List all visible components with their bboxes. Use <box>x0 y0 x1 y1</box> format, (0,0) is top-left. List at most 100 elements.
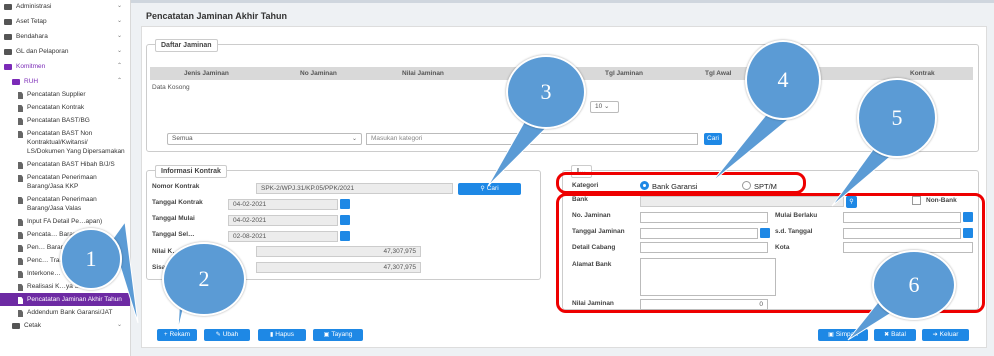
sidebar-item-label: Pencatatan Penerimaan Barang/Jasa KKP <box>27 174 97 190</box>
document-icon <box>18 271 23 278</box>
daftar-jaminan-legend: Daftar Jaminan <box>155 39 218 52</box>
document-icon <box>18 131 23 138</box>
folder-icon <box>12 323 20 329</box>
document-icon <box>18 245 23 252</box>
nomor-kontrak-field[interactable]: SPK-2/WPJ.31/KP.05/PPK/2021 <box>256 183 453 194</box>
sidebar-item[interactable]: GL dan Pelaporan ⌄ <box>0 45 130 60</box>
sidebar-item-label: Bendahara <box>16 33 48 40</box>
informasi-kontrak-legend: Informasi Kontrak <box>155 165 227 178</box>
plus-icon: + <box>163 332 168 338</box>
col-kontrak[interactable]: Kontrak <box>910 70 935 77</box>
chevron-icon: ⌄ <box>116 48 122 54</box>
search-button[interactable]: Cari <box>704 133 722 145</box>
folder-icon <box>4 34 12 40</box>
sidebar-item[interactable]: Cetak ⌄ <box>0 319 130 332</box>
exit-icon: ➔ <box>932 332 938 338</box>
sidebar-item-label: Cetak <box>24 322 41 329</box>
sidebar-item-label: Input FA Detail Pe…apan) <box>27 218 103 225</box>
col-tgl-awal[interactable]: Tgl Awal <box>705 70 731 77</box>
col-nilai-jaminan[interactable]: Nilai Jaminan <box>402 70 444 77</box>
keluar-button[interactable]: ➔ Keluar <box>922 329 969 341</box>
chevron-icon: ⌄ <box>116 3 122 9</box>
sidebar-item-label: Pencatatan BAST Hibah B/J/S <box>27 161 115 168</box>
sidebar-item[interactable]: Pencatatan Penerimaan Barang/Jasa KKP <box>0 171 130 193</box>
document-icon <box>18 105 23 112</box>
kategori-highlight <box>556 172 806 194</box>
sidebar-item[interactable]: Administrasi ⌄ <box>0 0 130 15</box>
sidebar-item[interactable]: Pencatatan BAST/BG <box>0 114 130 127</box>
tanggal-kontrak-field[interactable]: 04-02-2021 <box>228 199 338 210</box>
search-icon: ⚲ <box>480 186 485 192</box>
document-icon <box>18 297 23 304</box>
search-input[interactable]: Masukan kategori <box>366 133 698 145</box>
folder-icon <box>4 49 12 55</box>
col-tgl-jaminan[interactable]: Tgl Jaminan <box>605 70 643 77</box>
sidebar-item[interactable]: Pencatatan BAST Hibah B/J/S <box>0 158 130 171</box>
edit-icon: ✎ <box>215 332 221 338</box>
sidebar-item[interactable]: Bendahara ⌄ <box>0 30 130 45</box>
col-no-jaminan[interactable]: No Jaminan <box>300 70 337 77</box>
tayang-button[interactable]: ▣ Tayang <box>313 329 363 341</box>
top-bar <box>131 0 994 3</box>
sidebar-item[interactable]: RUH ⌃ <box>0 75 130 88</box>
page-title: Pencatatan Jaminan Akhir Tahun <box>146 11 288 21</box>
sidebar-item[interactable]: Pencatatan Penerimaan Barang/Jasa Valas <box>0 193 130 215</box>
callout-1: 1 <box>60 228 122 290</box>
sidebar-item[interactable]: Pencatatan Jaminan Akhir Tahun <box>0 293 130 306</box>
sidebar-item[interactable]: Pencatatan Kontrak <box>0 101 130 114</box>
folder-icon <box>4 19 12 25</box>
view-icon: ▣ <box>323 332 330 338</box>
folder-icon <box>4 64 12 70</box>
sidebar-item-label: Pencatatan Penerimaan Barang/Jasa Valas <box>27 196 97 212</box>
chevron-icon: ⌃ <box>116 63 122 69</box>
chevron-down-icon: ⌄ <box>604 103 610 110</box>
calendar-icon[interactable] <box>340 199 350 209</box>
tanggal-selesai-field[interactable]: 02-08-2021 <box>228 231 338 242</box>
page-size-select[interactable]: 10 ⌄ <box>590 101 619 113</box>
col-jenis-jaminan[interactable]: Jenis Jaminan <box>184 70 229 77</box>
hapus-button[interactable]: ▮ Hapus <box>258 329 306 341</box>
batal-button[interactable]: ✖ Batal <box>874 329 916 341</box>
sidebar-item-label: Administrasi <box>16 3 52 10</box>
document-icon <box>18 118 23 125</box>
rekam-button[interactable]: + Rekam <box>157 329 197 341</box>
callout-3: 3 <box>506 55 586 129</box>
callout-5: 5 <box>857 78 937 158</box>
sidebar-item-label: Pencatatan BAST Non Kontraktual/Kwitansi… <box>27 130 125 155</box>
simpan-button[interactable]: ▣ Simpan <box>818 329 868 341</box>
sidebar-item[interactable]: Komitmen ⌃ <box>0 60 130 75</box>
chevron-icon: ⌄ <box>116 322 122 328</box>
chevron-icon: ⌄ <box>116 18 122 24</box>
sidebar-item[interactable]: Pencatatan BAST Non Kontraktual/Kwitansi… <box>0 127 130 158</box>
sidebar-item-label: Interkone… <box>27 270 61 277</box>
sidebar-item[interactable]: Addendum Bank Garansi/JAT <box>0 306 130 319</box>
trash-icon: ▮ <box>269 332 274 338</box>
document-icon <box>18 232 23 239</box>
tanggal-mulai-field[interactable]: 04-02-2021 <box>228 215 338 226</box>
empty-table-text: Data Kosong <box>152 84 190 91</box>
nilai-kontrak-field[interactable]: 47,307,975 <box>256 246 421 257</box>
calendar-icon[interactable] <box>340 231 350 241</box>
callout-2: 2 <box>162 242 246 316</box>
sidebar-item-label: RUH <box>24 78 39 85</box>
sidebar-item[interactable]: Aset Tetap ⌄ <box>0 15 130 30</box>
folder-icon <box>12 79 20 85</box>
calendar-icon[interactable] <box>340 215 350 225</box>
chevron-icon: ⌄ <box>116 33 122 39</box>
sidebar-item[interactable]: Pencatatan Supplier <box>0 88 130 101</box>
folder-icon <box>4 4 12 10</box>
sidebar-item-label: GL dan Pelaporan <box>16 48 69 55</box>
document-icon <box>18 258 23 265</box>
cari-kontrak-button[interactable]: ⚲ Cari <box>458 183 521 195</box>
document-icon <box>18 175 23 182</box>
nomor-kontrak-label: Nomor Kontrak <box>152 183 200 190</box>
filter-select[interactable]: Semua <box>167 133 362 145</box>
save-icon: ▣ <box>828 332 834 338</box>
sidebar: Administrasi ⌄ Aset Tetap ⌄ Bendahara ⌄ GL dan… <box>0 0 131 356</box>
sisa-kontrak-field[interactable]: 47,307,975 <box>256 262 421 273</box>
sidebar-item-label: Pencatatan Jaminan Akhir Tahun <box>27 296 122 303</box>
sidebar-item-label: Pencatatan Supplier <box>27 91 86 98</box>
sidebar-item[interactable]: Input FA Detail Pe…apan) <box>0 215 130 228</box>
document-icon <box>18 219 23 226</box>
ubah-button[interactable]: ✎ Ubah <box>204 329 250 341</box>
